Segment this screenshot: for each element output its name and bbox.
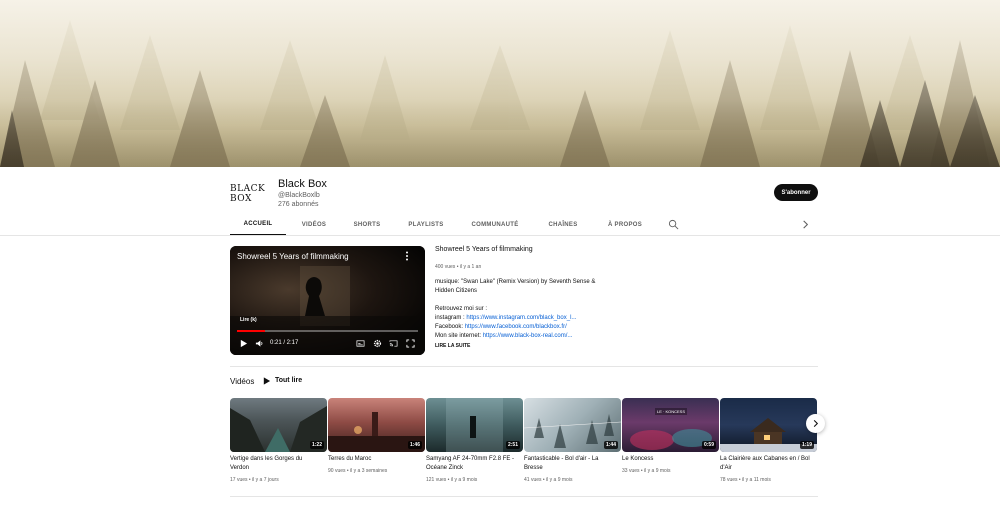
- featured-views: 400 vues: [435, 264, 456, 270]
- player-progress-bar[interactable]: [237, 330, 418, 332]
- video-age: il y a 3 semaines: [350, 468, 388, 474]
- channel-logo-line2: BOX: [230, 194, 252, 204]
- video-age: il y a 11 mois: [742, 477, 771, 483]
- video-age: il y a 9 mois: [450, 477, 478, 483]
- play-shortcut-tooltip: Lire (k): [240, 317, 257, 323]
- subtitles-icon[interactable]: [356, 339, 365, 348]
- tab-shorts[interactable]: SHORTS: [346, 214, 388, 236]
- featured-title[interactable]: Showreel 5 Years of filmmaking: [435, 246, 533, 253]
- instagram-label: instagram :: [435, 315, 467, 321]
- video-duration: 0:59: [701, 441, 716, 449]
- chevron-right-icon: [813, 419, 819, 428]
- tabs-divider: [0, 235, 1000, 236]
- thumbnail-caption: LE · KONCESS: [655, 408, 688, 415]
- tab-playlists[interactable]: PLAYLISTS: [402, 214, 450, 236]
- facebook-label: Facebook:: [435, 324, 465, 330]
- video-thumbnail[interactable]: 1:44: [524, 398, 621, 452]
- video-meta: 17 vues • il y a 7 jours: [230, 477, 279, 483]
- video-views: 41 vues: [524, 477, 542, 483]
- video-meta: 121 vues • il y a 9 mois: [426, 477, 478, 483]
- video-age: il y a 9 mois: [644, 468, 671, 474]
- play-all-button[interactable]: Tout lire: [275, 377, 302, 384]
- video-age: il y a 7 jours: [252, 477, 279, 483]
- channel-tabs: ACCUEIL VIDÉOS SHORTS PLAYLISTS COMMUNAU…: [230, 214, 820, 236]
- shelf-title[interactable]: Vidéos: [230, 377, 254, 386]
- subscriber-count: 276 abonnés: [278, 201, 319, 208]
- video-thumbnail[interactable]: 2:51: [426, 398, 523, 452]
- video-title[interactable]: Samyang AF 24-70mm F2.8 FE - Océane Zinc…: [426, 455, 518, 473]
- chevron-right-icon[interactable]: [800, 219, 811, 230]
- video-thumbnail[interactable]: 1:22: [230, 398, 327, 452]
- instagram-link[interactable]: https://www.instagram.com/black_box_l...: [466, 315, 576, 321]
- video-title[interactable]: Le Koncess: [622, 455, 714, 464]
- play-icon[interactable]: [239, 339, 248, 348]
- channel-avatar[interactable]: BLACK BOX: [230, 178, 268, 210]
- featured-instagram-line: instagram : https://www.instagram.com/bl…: [435, 315, 576, 321]
- video-meta: 90 vues • il y a 3 semaines: [328, 468, 388, 474]
- site-link[interactable]: https://www.black-box-real.com/...: [483, 333, 573, 339]
- shelf-next-button[interactable]: [806, 414, 825, 433]
- featured-video-player[interactable]: Showreel 5 Years of filmmaking Lire (k) …: [230, 246, 425, 355]
- video-age: il y a 9 mois: [546, 477, 573, 483]
- video-views: 78 vues: [720, 477, 738, 483]
- video-thumbnail[interactable]: 1:46: [328, 398, 425, 452]
- video-duration: 1:46: [407, 441, 422, 449]
- channel-logo-line1: BLACK: [230, 184, 266, 194]
- video-title[interactable]: Vertige dans les Gorges du Verdon: [230, 455, 322, 473]
- channel-handle: @BlackBoxlb: [278, 192, 320, 199]
- video-thumbnail[interactable]: 1:19: [720, 398, 817, 452]
- player-title[interactable]: Showreel 5 Years of filmmaking: [237, 252, 349, 261]
- featured-desc-line1: musique: "Swan Lake" (Remix Version) by …: [435, 279, 596, 285]
- video-views: 90 vues: [328, 468, 346, 474]
- video-views: 121 vues: [426, 477, 447, 483]
- video-views: 17 vues: [230, 477, 248, 483]
- player-progress-fill: [237, 330, 265, 332]
- site-label: Mon site internet:: [435, 333, 483, 339]
- tab-videos[interactable]: VIDÉOS: [292, 214, 336, 236]
- fullscreen-icon[interactable]: [406, 339, 415, 348]
- featured-desc-line3: Retrouvez moi sur :: [435, 306, 488, 312]
- video-duration: 2:51: [505, 441, 520, 449]
- channel-banner: [0, 0, 1000, 167]
- channel-name: Black Box: [278, 178, 327, 190]
- video-title[interactable]: Fantasticable - Bol d'air - La Bresse: [524, 455, 616, 473]
- subscribe-button[interactable]: S'abonner: [774, 184, 818, 201]
- gear-icon[interactable]: [373, 339, 382, 348]
- facebook-link[interactable]: https://www.facebook.com/blackbox.fr/: [465, 324, 567, 330]
- tab-a-propos[interactable]: À PROPOS: [600, 214, 650, 236]
- volume-icon[interactable]: [255, 339, 264, 348]
- video-meta: 78 vues • il y a 11 mois: [720, 477, 771, 483]
- video-duration: 1:44: [603, 441, 618, 449]
- tab-chaines[interactable]: CHAÎNES: [542, 214, 584, 236]
- video-title[interactable]: Terres du Maroc: [328, 455, 420, 464]
- video-title[interactable]: La Clairière aux Cabanes en / Bol d'Air: [720, 455, 812, 473]
- play-all-icon[interactable]: [262, 376, 271, 386]
- featured-site-line: Mon site internet: https://www.black-box…: [435, 333, 572, 339]
- player-controls: 0:21 / 2:17: [230, 336, 425, 351]
- read-more-button[interactable]: LIRE LA SUITE: [435, 343, 470, 349]
- tab-accueil[interactable]: ACCUEIL: [230, 214, 286, 236]
- featured-meta: 400 vues • il y a 1 an: [435, 264, 481, 270]
- video-views: 33 vues: [622, 468, 640, 474]
- video-duration: 1:19: [799, 441, 814, 449]
- more-vert-icon[interactable]: [403, 251, 411, 261]
- video-meta: 33 vues • il y a 9 mois: [622, 468, 671, 474]
- video-duration: 1:22: [309, 441, 324, 449]
- video-meta: 41 vues • il y a 9 mois: [524, 477, 573, 483]
- player-time: 0:21 / 2:17: [270, 340, 299, 346]
- search-icon[interactable]: [668, 219, 679, 230]
- featured-age: il y a 1 an: [459, 264, 482, 270]
- featured-facebook-line: Facebook: https://www.facebook.com/black…: [435, 324, 567, 330]
- section-divider: [230, 496, 818, 497]
- cast-icon[interactable]: [389, 339, 398, 348]
- featured-desc-line2: Hidden Citizens: [435, 288, 478, 294]
- section-divider: [230, 366, 818, 367]
- tab-communaute[interactable]: COMMUNAUTÉ: [467, 214, 523, 236]
- video-thumbnail[interactable]: LE · KONCESS 0:59: [622, 398, 719, 452]
- forest-banner-art: [0, 0, 1000, 167]
